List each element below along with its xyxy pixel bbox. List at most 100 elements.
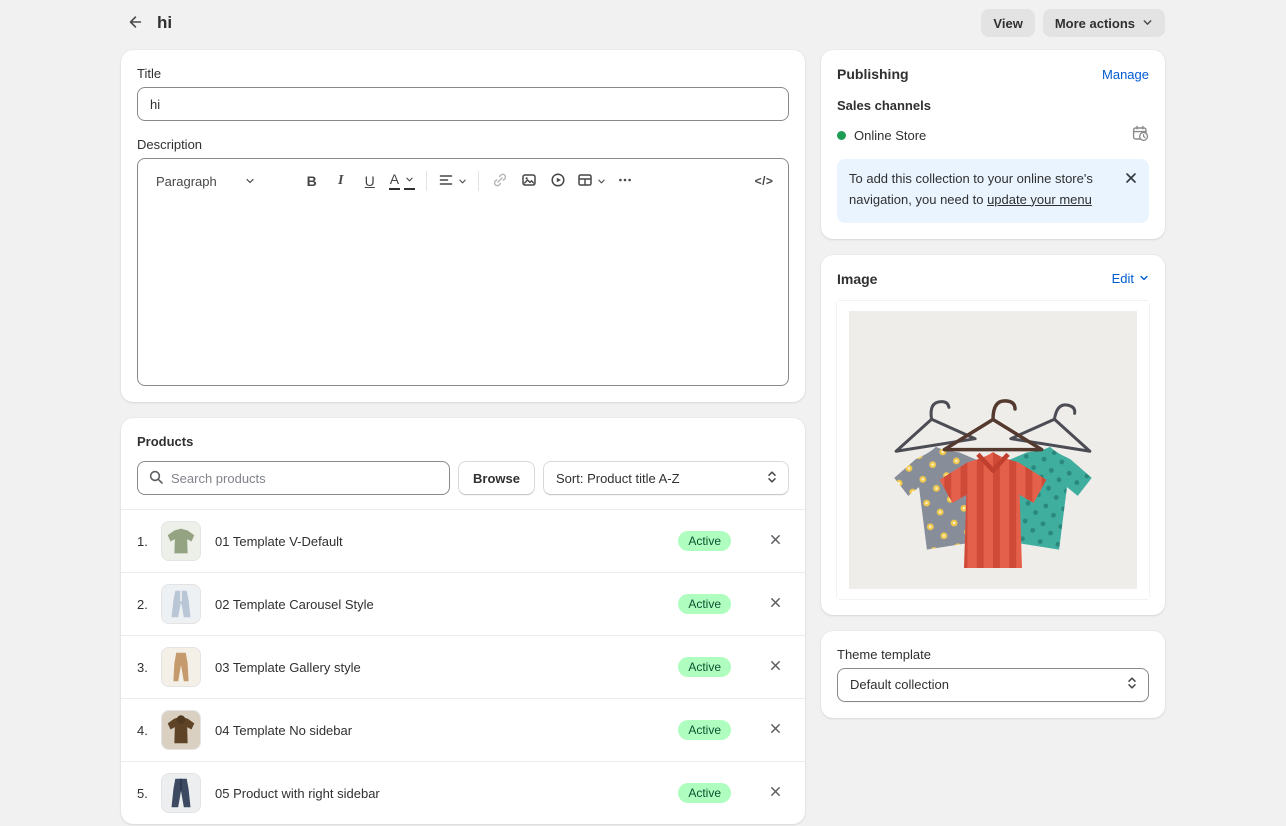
code-icon: </>	[755, 174, 774, 188]
italic-button[interactable]: I	[327, 167, 355, 195]
chevron-down-icon	[458, 173, 467, 189]
theme-template-label: Theme template	[837, 647, 1149, 662]
back-arrow-icon	[126, 13, 144, 34]
product-thumbnail	[161, 521, 201, 561]
remove-product-button[interactable]	[761, 590, 789, 618]
insert-image-button[interactable]	[515, 167, 543, 195]
product-index: 2.	[137, 597, 159, 612]
page-content: Title Description Paragraph B I U A	[121, 50, 1165, 824]
product-name: 04 Template No sidebar	[215, 723, 352, 738]
paragraph-style-dropdown[interactable]: Paragraph	[148, 167, 287, 195]
text-alignment-button[interactable]	[434, 167, 471, 195]
italic-icon: I	[338, 173, 343, 189]
search-icon	[148, 469, 164, 488]
sort-select[interactable]: Sort: Product title A-Z	[543, 461, 789, 495]
theme-template-select[interactable]: Default collection	[837, 668, 1149, 702]
text-color-icon: A	[389, 172, 400, 189]
products-search-row: Browse Sort: Product title A-Z	[137, 461, 789, 495]
product-search-field	[137, 461, 450, 495]
description-label: Description	[137, 137, 789, 152]
navigation-info-banner: To add this collection to your online st…	[837, 159, 1149, 223]
edit-image-dropdown[interactable]: Edit	[1112, 271, 1149, 286]
theme-template-card: Theme template Default collection	[821, 631, 1165, 718]
status-badge: Active	[678, 720, 731, 740]
ellipsis-icon	[617, 172, 633, 191]
publishing-card: Publishing Manage Sales channels Online …	[821, 50, 1165, 239]
header-actions: View More actions	[981, 9, 1165, 37]
select-stepper-icon	[766, 470, 778, 487]
page-header: hi View More actions	[121, 0, 1165, 50]
product-thumbnail	[161, 773, 201, 813]
product-row: 1. 01 Template V-Default Active	[121, 509, 805, 572]
insert-table-button[interactable]	[573, 167, 610, 195]
status-badge: Active	[678, 531, 731, 551]
update-your-menu-link[interactable]: update your menu	[987, 192, 1092, 207]
product-thumbnail	[161, 647, 201, 687]
remove-product-button[interactable]	[761, 527, 789, 555]
more-formatting-button[interactable]	[611, 167, 639, 195]
publishing-heading: Publishing	[837, 66, 909, 82]
view-button[interactable]: View	[981, 9, 1034, 37]
remove-product-button[interactable]	[761, 716, 789, 744]
status-badge: Active	[678, 657, 731, 677]
rich-text-toolbar: Paragraph B I U A	[138, 159, 788, 199]
title-input[interactable]	[137, 87, 789, 121]
underline-button[interactable]: U	[356, 167, 384, 195]
channel-row: Online Store	[837, 125, 1149, 145]
select-stepper-icon	[1126, 676, 1138, 693]
text-alignment-icon	[438, 172, 454, 191]
close-icon	[769, 785, 782, 801]
play-circle-icon	[550, 172, 566, 191]
chevron-down-icon	[1142, 16, 1153, 31]
banner-close-button[interactable]	[1119, 167, 1143, 191]
page-title: hi	[157, 13, 172, 33]
link-icon	[492, 172, 508, 191]
bold-icon: B	[307, 173, 317, 189]
insert-video-button[interactable]	[544, 167, 572, 195]
description-editor[interactable]	[138, 199, 788, 385]
product-index: 3.	[137, 660, 159, 675]
more-actions-button[interactable]: More actions	[1043, 9, 1165, 37]
toolbar-divider	[478, 171, 479, 191]
remove-product-button[interactable]	[761, 653, 789, 681]
title-label: Title	[137, 66, 789, 81]
image-heading: Image	[837, 271, 877, 287]
product-index: 4.	[137, 723, 159, 738]
close-icon	[1124, 171, 1138, 188]
bold-button[interactable]: B	[298, 167, 326, 195]
product-index: 5.	[137, 786, 159, 801]
chevron-down-icon	[597, 173, 606, 189]
close-icon	[769, 722, 782, 738]
image-card: Image Edit	[821, 255, 1165, 615]
description-editor-frame: Paragraph B I U A	[137, 158, 789, 386]
product-index: 1.	[137, 534, 159, 549]
product-row: 3. 03 Template Gallery style Active	[121, 635, 805, 698]
close-icon	[769, 596, 782, 612]
toolbar-divider	[426, 171, 427, 191]
collection-image[interactable]	[837, 301, 1149, 599]
search-products-input[interactable]	[171, 471, 439, 486]
remove-product-button[interactable]	[761, 779, 789, 807]
edit-image-label: Edit	[1112, 271, 1134, 286]
show-html-button[interactable]: </>	[750, 167, 778, 195]
browse-button[interactable]: Browse	[458, 461, 535, 495]
product-row: 2. 02 Template Carousel Style Active	[121, 572, 805, 635]
channel-name: Online Store	[854, 128, 926, 143]
chevron-down-icon	[1139, 271, 1149, 286]
product-thumbnail	[161, 710, 201, 750]
image-icon	[521, 172, 537, 191]
manage-publishing-link[interactable]: Manage	[1102, 67, 1149, 82]
browse-button-label: Browse	[473, 471, 520, 486]
sort-select-value: Sort: Product title A-Z	[556, 471, 680, 486]
product-row: 4. 04 Template No sidebar Active	[121, 698, 805, 761]
insert-link-button[interactable]	[486, 167, 514, 195]
close-icon	[769, 533, 782, 549]
product-name: 05 Product with right sidebar	[215, 786, 380, 801]
back-button[interactable]	[121, 9, 149, 37]
product-thumbnail	[161, 584, 201, 624]
view-button-label: View	[993, 16, 1022, 31]
product-list: 1. 01 Template V-Default Active 2. 0	[121, 509, 805, 824]
product-name: 03 Template Gallery style	[215, 660, 361, 675]
table-icon	[577, 172, 593, 191]
text-color-button[interactable]: A	[385, 167, 419, 195]
